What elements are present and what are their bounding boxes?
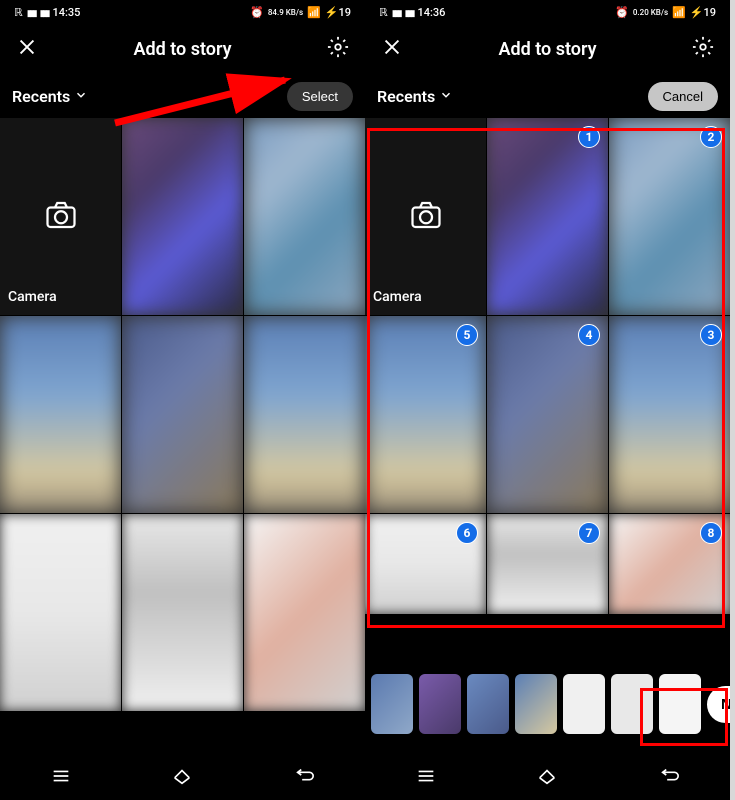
selection-strip: Next bbox=[365, 666, 730, 742]
selection-badge: 1 bbox=[578, 126, 600, 148]
selected-thumb[interactable] bbox=[611, 674, 653, 734]
selection-badge: 7 bbox=[578, 522, 600, 544]
media-tile[interactable]: 5 bbox=[365, 316, 486, 513]
chevron-down-icon bbox=[74, 87, 88, 106]
header: Add to story bbox=[365, 24, 730, 74]
wifi-icon: 📶 bbox=[672, 6, 686, 19]
album-picker[interactable]: Recents bbox=[12, 87, 88, 106]
media-tile[interactable] bbox=[122, 316, 243, 513]
next-label: Next bbox=[721, 696, 730, 713]
data-speed: 0.20 KB/s bbox=[633, 8, 668, 17]
media-tile[interactable]: 3 bbox=[609, 316, 730, 513]
status-time: 14:36 bbox=[417, 6, 445, 19]
album-label: Recents bbox=[12, 87, 70, 106]
alarm-icon: ⏰ bbox=[615, 6, 629, 19]
status-bar: ℝ 14:35 ⏰ 84.9 KB/s 📶 ⚡19 bbox=[0, 0, 365, 24]
close-icon[interactable] bbox=[16, 36, 38, 62]
media-tile[interactable] bbox=[0, 316, 121, 513]
media-tile[interactable]: 1 bbox=[487, 118, 608, 315]
signal-icon bbox=[405, 6, 414, 19]
media-grid: Camera bbox=[0, 118, 365, 711]
status-bar: ℝ 14:36 ⏰ 0.20 KB/s 📶 ⚡19 bbox=[365, 0, 730, 24]
select-button[interactable]: Select bbox=[287, 82, 353, 111]
gear-icon[interactable] bbox=[692, 36, 714, 62]
phone-screen-right: ℝ 14:36 ⏰ 0.20 KB/s 📶 ⚡19 Add to story R… bbox=[365, 0, 730, 800]
camera-label: Camera bbox=[373, 289, 422, 305]
android-nav-bar bbox=[0, 756, 365, 800]
alarm-icon: ⏰ bbox=[250, 6, 264, 19]
media-tile[interactable]: 7 bbox=[487, 514, 608, 614]
page-title: Add to story bbox=[498, 39, 596, 60]
sub-header: Recents Cancel bbox=[365, 74, 730, 118]
home-icon[interactable] bbox=[536, 765, 558, 791]
signal-icon bbox=[392, 6, 401, 19]
camera-icon bbox=[43, 197, 79, 237]
album-label: Recents bbox=[377, 87, 435, 106]
signal-icon bbox=[27, 6, 36, 19]
media-tile[interactable] bbox=[244, 514, 365, 711]
media-tile[interactable]: 8 bbox=[609, 514, 730, 614]
signal-icon bbox=[40, 6, 49, 19]
next-button[interactable]: Next bbox=[707, 686, 730, 723]
sub-header: Recents Select bbox=[0, 74, 365, 118]
selection-badge: 8 bbox=[700, 522, 722, 544]
network-indicator: ℝ bbox=[379, 6, 388, 19]
selected-thumb[interactable] bbox=[419, 674, 461, 734]
media-tile[interactable]: 4 bbox=[487, 316, 608, 513]
phone-screen-left: ℝ 14:35 ⏰ 84.9 KB/s 📶 ⚡19 Add to story R… bbox=[0, 0, 365, 800]
status-time: 14:35 bbox=[52, 6, 80, 19]
selected-thumb[interactable] bbox=[467, 674, 509, 734]
camera-label: Camera bbox=[8, 289, 57, 305]
camera-tile[interactable]: Camera bbox=[365, 118, 486, 315]
camera-icon bbox=[408, 197, 444, 237]
media-tile[interactable] bbox=[122, 514, 243, 711]
media-tile[interactable] bbox=[244, 316, 365, 513]
selection-badge: 5 bbox=[456, 324, 478, 346]
selected-thumb[interactable] bbox=[515, 674, 557, 734]
media-tile[interactable]: 6 bbox=[365, 514, 486, 614]
camera-tile[interactable]: Camera bbox=[0, 118, 121, 315]
battery-icon: ⚡19 bbox=[690, 6, 716, 19]
media-tile[interactable] bbox=[0, 514, 121, 711]
selected-thumb[interactable] bbox=[563, 674, 605, 734]
header: Add to story bbox=[0, 24, 365, 74]
cancel-button[interactable]: Cancel bbox=[648, 82, 718, 111]
media-tile[interactable] bbox=[122, 118, 243, 315]
gear-icon[interactable] bbox=[327, 36, 349, 62]
selection-badge: 4 bbox=[578, 324, 600, 346]
selected-thumb[interactable] bbox=[371, 674, 413, 734]
selection-badge: 6 bbox=[456, 522, 478, 544]
battery-icon: ⚡19 bbox=[325, 6, 351, 19]
menu-icon[interactable] bbox=[415, 765, 437, 791]
data-speed: 84.9 KB/s bbox=[268, 8, 303, 17]
album-picker[interactable]: Recents bbox=[377, 87, 453, 106]
wifi-icon: 📶 bbox=[307, 6, 321, 19]
home-icon[interactable] bbox=[171, 765, 193, 791]
media-tile[interactable] bbox=[244, 118, 365, 315]
selection-badge: 3 bbox=[700, 324, 722, 346]
menu-icon[interactable] bbox=[50, 765, 72, 791]
back-icon[interactable] bbox=[293, 765, 315, 791]
selected-thumb[interactable] bbox=[659, 674, 701, 734]
chevron-down-icon bbox=[439, 87, 453, 106]
media-grid: Camera 1 2 5 4 3 6 7 8 bbox=[365, 118, 730, 614]
back-icon[interactable] bbox=[658, 765, 680, 791]
network-indicator: ℝ bbox=[14, 6, 23, 19]
android-nav-bar bbox=[365, 756, 730, 800]
page-title: Add to story bbox=[133, 39, 231, 60]
selection-badge: 2 bbox=[700, 126, 722, 148]
close-icon[interactable] bbox=[381, 36, 403, 62]
media-tile[interactable]: 2 bbox=[609, 118, 730, 315]
